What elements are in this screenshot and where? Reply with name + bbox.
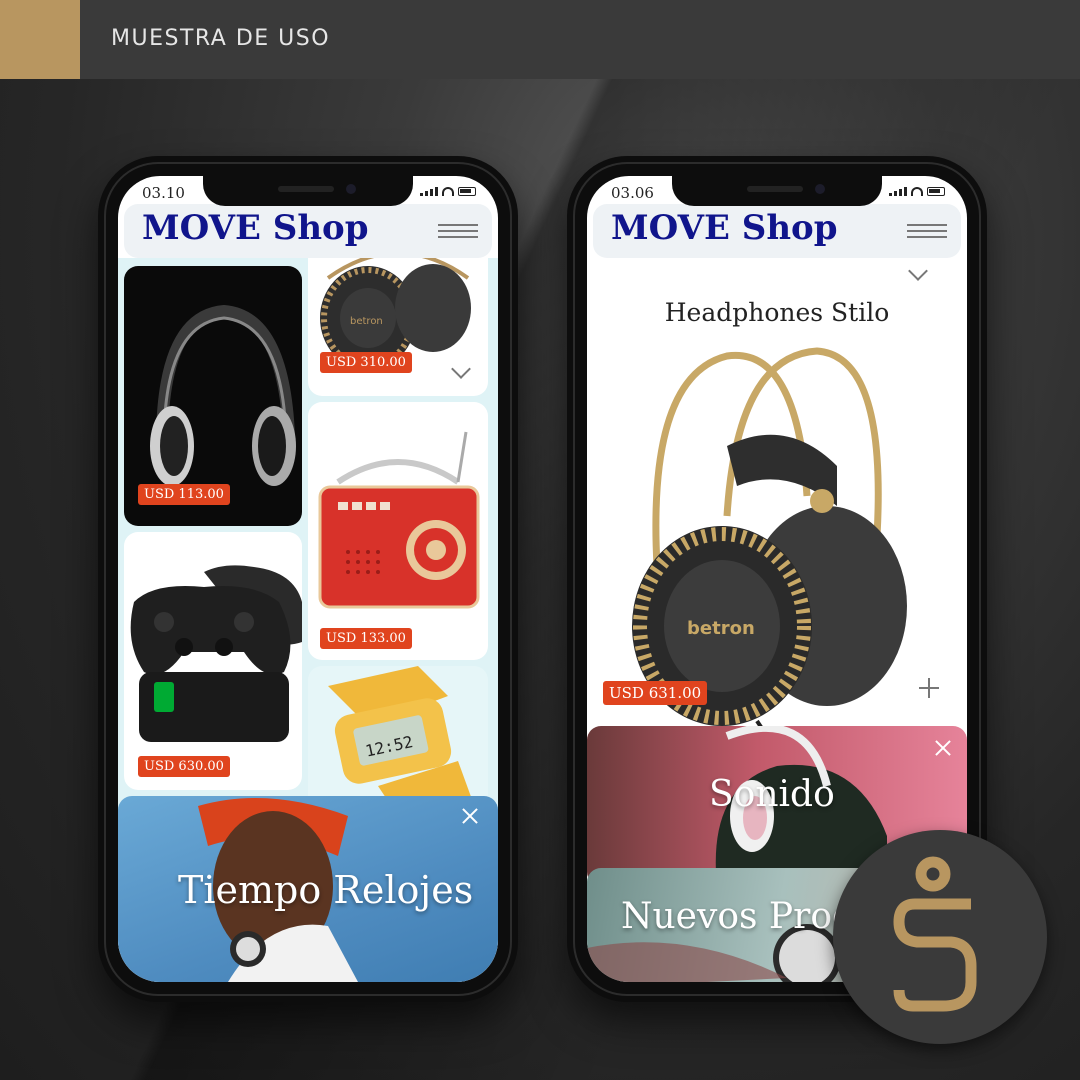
app-header: MOVE Shop xyxy=(124,204,492,258)
product-card[interactable]: 12:52 xyxy=(308,666,488,816)
product-card[interactable]: USD 113.00 xyxy=(124,266,302,526)
svg-text:betron: betron xyxy=(350,316,383,327)
app-header: MOVE Shop xyxy=(593,204,961,258)
svg-text:betron: betron xyxy=(687,618,755,639)
game-controllers-image xyxy=(130,565,302,742)
promo-banner[interactable]: Tiempo Relojes xyxy=(118,796,498,982)
category-title: Sonido xyxy=(709,774,835,815)
banner-accent xyxy=(0,0,80,79)
status-icons xyxy=(420,187,476,196)
watch-image: 12:52 xyxy=(328,666,478,816)
promo-title: Tiempo Relojes xyxy=(178,868,474,912)
product-card[interactable]: USD 630.00 xyxy=(124,532,302,790)
status-icons xyxy=(889,187,945,196)
category-title: Nuevos Prod xyxy=(621,896,856,937)
product-card[interactable]: betron USD 310.00 xyxy=(308,258,488,396)
price-tag: USD 310.00 xyxy=(320,352,412,373)
radio-image xyxy=(318,431,480,609)
battery-icon xyxy=(927,187,945,196)
add-icon[interactable] xyxy=(919,678,939,698)
phone-left-screen: 03.10 MOVE Shop USD 113.00 betron USD 31… xyxy=(118,176,498,982)
status-time: 03.10 xyxy=(142,184,185,202)
product-card[interactable]: USD 133.00 xyxy=(308,402,488,660)
signal-icon xyxy=(889,187,907,196)
price-tag: USD 631.00 xyxy=(603,681,708,705)
close-icon[interactable] xyxy=(460,806,480,826)
signal-icon xyxy=(420,187,438,196)
chevron-down-icon[interactable] xyxy=(908,261,928,281)
phone-left: 03.10 MOVE Shop USD 113.00 betron USD 31… xyxy=(98,156,518,1002)
headphones-image: betron xyxy=(632,347,907,736)
hamburger-menu-icon[interactable] xyxy=(907,224,947,238)
hamburger-menu-icon[interactable] xyxy=(438,224,478,238)
notch xyxy=(203,176,413,206)
battery-icon xyxy=(458,187,476,196)
status-time: 03.06 xyxy=(611,184,654,202)
app-title: MOVE Shop xyxy=(142,208,369,248)
wifi-icon xyxy=(911,187,923,196)
price-tag: USD 113.00 xyxy=(138,484,230,505)
top-banner: MUESTRA DE USO xyxy=(0,0,1080,79)
price-tag: USD 630.00 xyxy=(138,756,230,777)
product-name: Headphones Stilo xyxy=(664,298,890,327)
brand-logo-icon xyxy=(893,856,977,1012)
brand-logo xyxy=(833,830,1047,1044)
banner-title: MUESTRA DE USO xyxy=(111,26,331,51)
close-icon[interactable] xyxy=(933,738,953,758)
app-title: MOVE Shop xyxy=(611,208,838,248)
notch xyxy=(672,176,882,206)
wifi-icon xyxy=(442,187,454,196)
price-tag: USD 133.00 xyxy=(320,628,412,649)
